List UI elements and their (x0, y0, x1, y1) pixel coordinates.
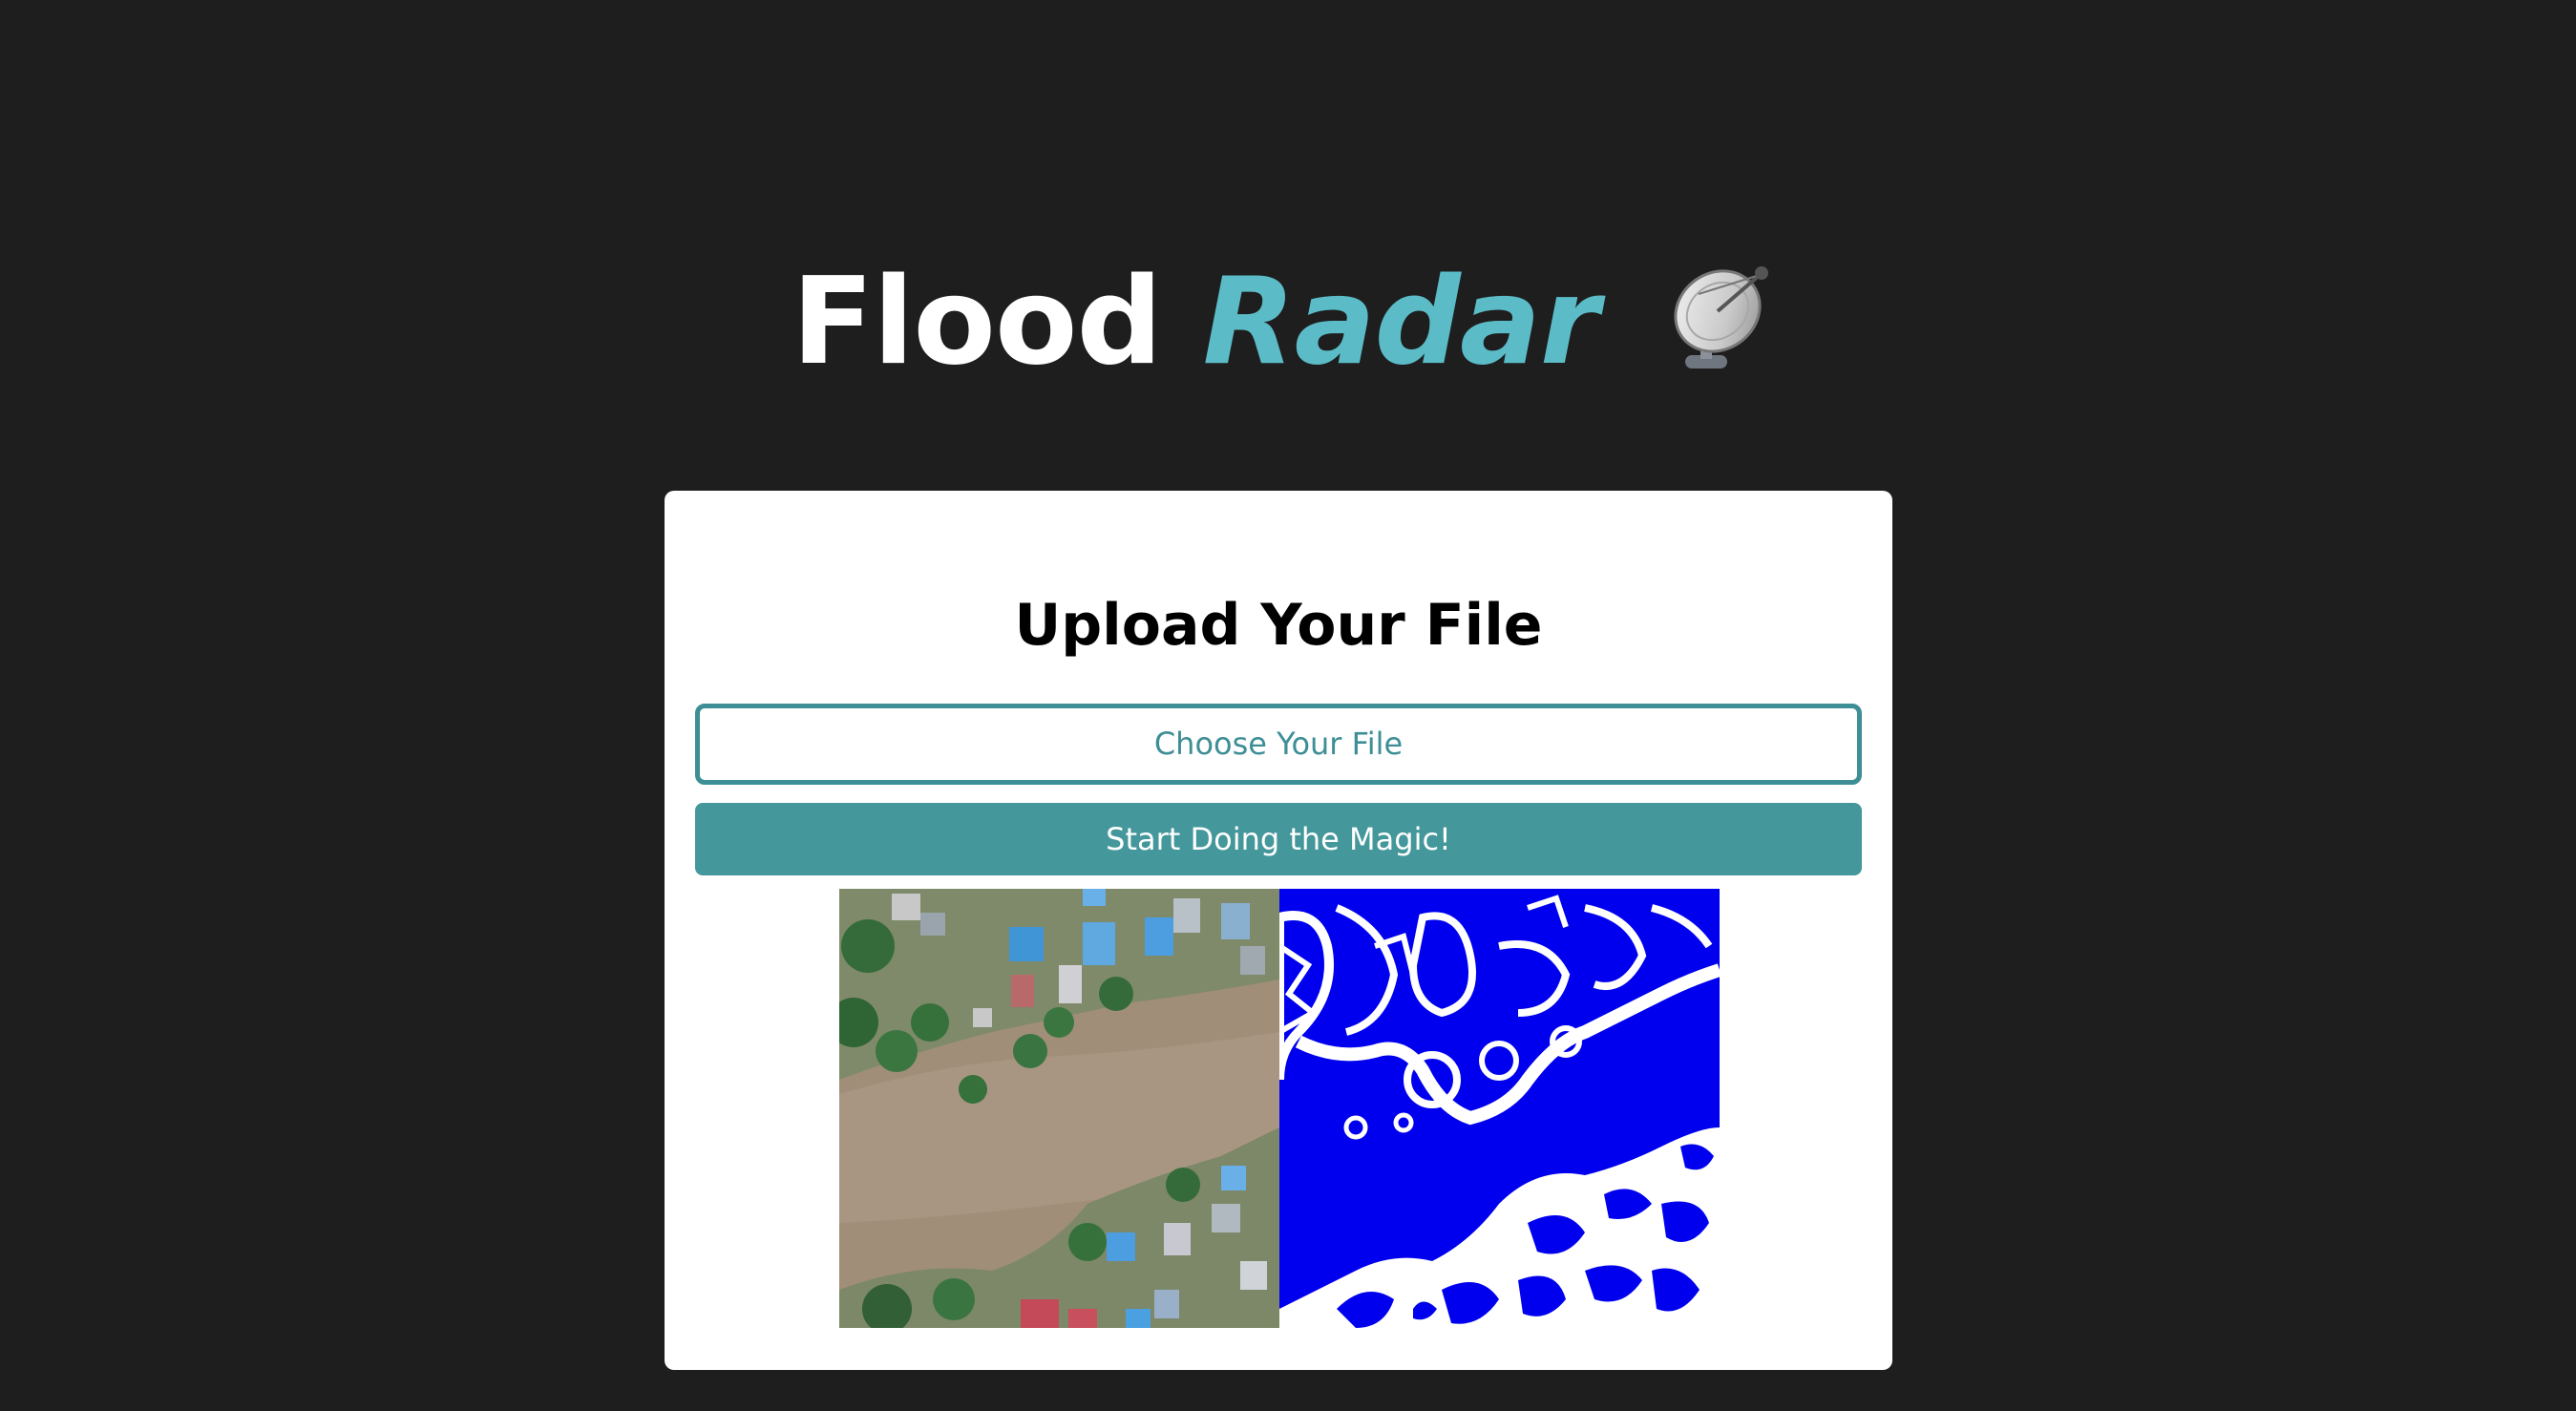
flood-mask-image (1279, 889, 1720, 1328)
app-title-accent: Radar (1202, 251, 1599, 391)
app-title-plain: Flood (792, 251, 1163, 391)
start-magic-label: Start Doing the Magic! (1106, 821, 1451, 857)
upload-card-title: Upload Your File (1014, 592, 1543, 659)
upload-card: Upload Your File Choose Your File Start … (665, 491, 1892, 1370)
result-images (839, 889, 1720, 1328)
choose-file-button[interactable]: Choose Your File (695, 704, 1862, 785)
page: Flood Radar Upload Your File Choose Your… (0, 0, 2576, 1411)
app-title: Flood Radar (0, 250, 2576, 393)
original-flood-image (839, 889, 1279, 1328)
start-magic-button[interactable]: Start Doing the Magic! (695, 803, 1862, 875)
choose-file-label: Choose Your File (1153, 726, 1404, 762)
satellite-dish-icon (1660, 256, 1784, 380)
